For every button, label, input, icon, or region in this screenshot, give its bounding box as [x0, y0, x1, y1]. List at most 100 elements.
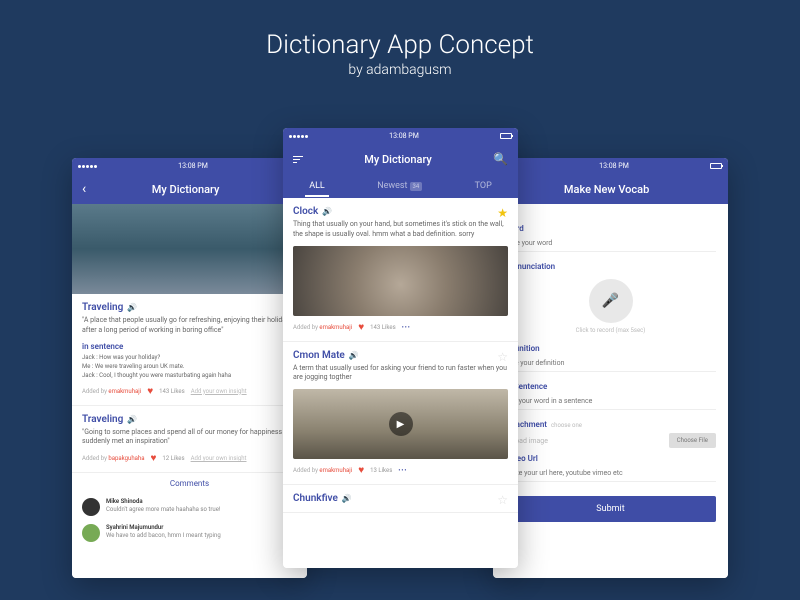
label-video: Video Url — [505, 454, 716, 463]
content-area: Clock 🔊 ★ Thing that usually on your hand… — [283, 198, 518, 568]
heart-icon[interactable]: ♥ — [147, 386, 153, 397]
label-sentence: In Sentence — [505, 382, 716, 391]
entry-definition: A term that usually used for asking your… — [293, 364, 508, 384]
menu-icon[interactable] — [293, 156, 303, 163]
choose-file-button[interactable]: Choose File — [669, 433, 716, 448]
entry-clock[interactable]: Clock 🔊 ★ Thing that usually on your hand… — [283, 198, 518, 342]
tab-newest[interactable]: Newest34 — [373, 181, 426, 191]
entry-word: Chunkfive — [293, 493, 338, 504]
comment-text: We have to add bacon, hmm I meant typing — [106, 532, 221, 539]
input-word[interactable] — [505, 235, 716, 252]
entry-word: Traveling — [82, 302, 123, 313]
entry-meta: Added by emakmuhaji ♥ 143 Likes ••• — [293, 322, 508, 333]
input-video-url[interactable] — [505, 465, 716, 482]
nav-title: Make New Vocab — [564, 183, 649, 196]
nav-title: My Dictionary — [364, 153, 432, 166]
status-bar: 13:08 PM — [283, 128, 518, 144]
heart-icon[interactable]: ♥ — [358, 465, 364, 476]
form-area: Word Pronunciation 🎤 Click to record (ma… — [493, 204, 728, 578]
more-icon[interactable]: ••• — [398, 467, 407, 474]
battery-icon — [500, 133, 512, 139]
status-bar: 13:08 PM — [493, 158, 728, 174]
entry-word: Clock — [293, 206, 318, 217]
entry-cmon-mate[interactable]: Cmon Mate 🔊 ☆ A term that usually used fo… — [283, 342, 518, 486]
star-icon[interactable]: ☆ — [497, 350, 508, 364]
page-subtitle: by adambagusm — [0, 62, 800, 78]
sound-icon[interactable]: 🔊 — [342, 494, 352, 503]
likes-count: 13 Likes — [370, 467, 392, 474]
nav-bar: ‹ My Dictionary — [72, 174, 307, 204]
add-insight-link[interactable]: Add your own insight — [191, 388, 247, 395]
nav-bar: My Dictionary 🔍 — [283, 144, 518, 174]
more-icon[interactable]: ••• — [402, 324, 411, 331]
search-icon[interactable]: 🔍 — [493, 152, 508, 166]
signal-icon — [78, 165, 97, 168]
label-word: Word — [505, 224, 716, 233]
tab-badge: 34 — [410, 182, 423, 191]
entry-traveling-2[interactable]: Traveling 🔊 "Going to some places and spe… — [72, 406, 307, 474]
nav-title: My Dictionary — [152, 183, 220, 196]
star-icon[interactable]: ☆ — [497, 493, 508, 507]
sound-icon[interactable]: 🔊 — [127, 303, 137, 312]
sound-icon[interactable]: 🔊 — [127, 415, 137, 424]
comment-text: Couldn't agree more mate haahaha so true… — [106, 506, 220, 513]
sound-icon[interactable]: 🔊 — [349, 351, 359, 360]
entry-chunkfive[interactable]: Chunkfive 🔊 ☆ — [283, 485, 518, 513]
page-header: Dictionary App Concept by adambagusm — [0, 0, 800, 98]
likes-count: 143 Likes — [159, 388, 185, 395]
battery-icon — [710, 163, 722, 169]
added-by: Added by emakmuhaji — [293, 467, 352, 474]
heart-icon[interactable]: ♥ — [358, 322, 364, 333]
entry-image-clock — [293, 246, 508, 316]
tab-all[interactable]: ALL — [305, 181, 329, 191]
back-icon[interactable]: ‹ — [82, 181, 86, 197]
comment-row: Mike Shinoda Couldn't agree more mate ha… — [72, 494, 307, 520]
submit-button[interactable]: Submit — [505, 496, 716, 522]
add-insight-link[interactable]: Add your own insight — [191, 455, 247, 462]
content-area: Traveling 🔊 "A place that people usually … — [72, 204, 307, 578]
label-pronunciation: Pronunciation — [505, 262, 716, 271]
label-attachment: Attachmentchoose one — [505, 420, 716, 429]
tab-bar: ALL Newest34 TOP — [283, 174, 518, 198]
avatar — [82, 498, 100, 516]
entry-video-thumb[interactable]: ▶ — [293, 389, 508, 459]
entry-word: Traveling — [82, 414, 123, 425]
entry-definition: Thing that usually on your hand, but som… — [293, 220, 508, 240]
entry-meta: Added by bapakguhaha ♥ 12 Likes Add your… — [82, 453, 297, 464]
nav-bar: ‹ Make New Vocab — [493, 174, 728, 204]
record-hint: Click to record (max 5sec) — [505, 327, 716, 334]
avatar — [82, 524, 100, 542]
phone-screen-form: 13:08 PM ‹ Make New Vocab Word Pronuncia… — [493, 158, 728, 578]
status-bar: 13:08 PM — [72, 158, 307, 174]
entry-meta: Added by emakmuhaji ♥ 13 Likes ••• — [293, 465, 508, 476]
added-by: Added by emakmuhaji — [82, 388, 141, 395]
signal-icon — [289, 135, 308, 138]
likes-count: 143 Likes — [370, 324, 396, 331]
hero-image — [72, 204, 307, 294]
likes-count: 12 Likes — [162, 455, 184, 462]
tab-top[interactable]: TOP — [471, 181, 496, 191]
comments-label: Comments — [72, 479, 307, 488]
comment-author: Syahrini Majumundur — [106, 524, 221, 531]
comment-author: Mike Shinoda — [106, 498, 220, 505]
star-icon[interactable]: ★ — [497, 206, 508, 220]
phone-screen-detail: 13:08 PM ‹ My Dictionary Traveling 🔊 "A p… — [72, 158, 307, 578]
record-button[interactable]: 🎤 — [589, 279, 633, 323]
comment-row: Syahrini Majumundur We have to add bacon… — [72, 520, 307, 546]
dialogue: Jack : How was your holiday? Me : We wer… — [82, 353, 297, 380]
status-time: 13:08 PM — [599, 162, 629, 170]
entry-definition: "A place that people usually go for refr… — [82, 316, 297, 336]
entry-definition: "Going to some places and spend all of o… — [82, 428, 297, 448]
entry-meta: Added by emakmuhaji ♥ 143 Likes Add your… — [82, 386, 297, 397]
status-time: 13:08 PM — [389, 132, 419, 140]
added-by: Added by emakmuhaji — [293, 324, 352, 331]
input-sentence[interactable] — [505, 393, 716, 410]
heart-icon[interactable]: ♥ — [150, 453, 156, 464]
added-by: Added by bapakguhaha — [82, 455, 144, 462]
input-definition[interactable] — [505, 355, 716, 372]
play-icon[interactable]: ▶ — [389, 412, 413, 436]
entry-word: Cmon Mate — [293, 350, 345, 361]
sound-icon[interactable]: 🔊 — [322, 207, 332, 216]
entry-traveling-1[interactable]: Traveling 🔊 "A place that people usually … — [72, 294, 307, 406]
status-time: 13:08 PM — [178, 162, 208, 170]
